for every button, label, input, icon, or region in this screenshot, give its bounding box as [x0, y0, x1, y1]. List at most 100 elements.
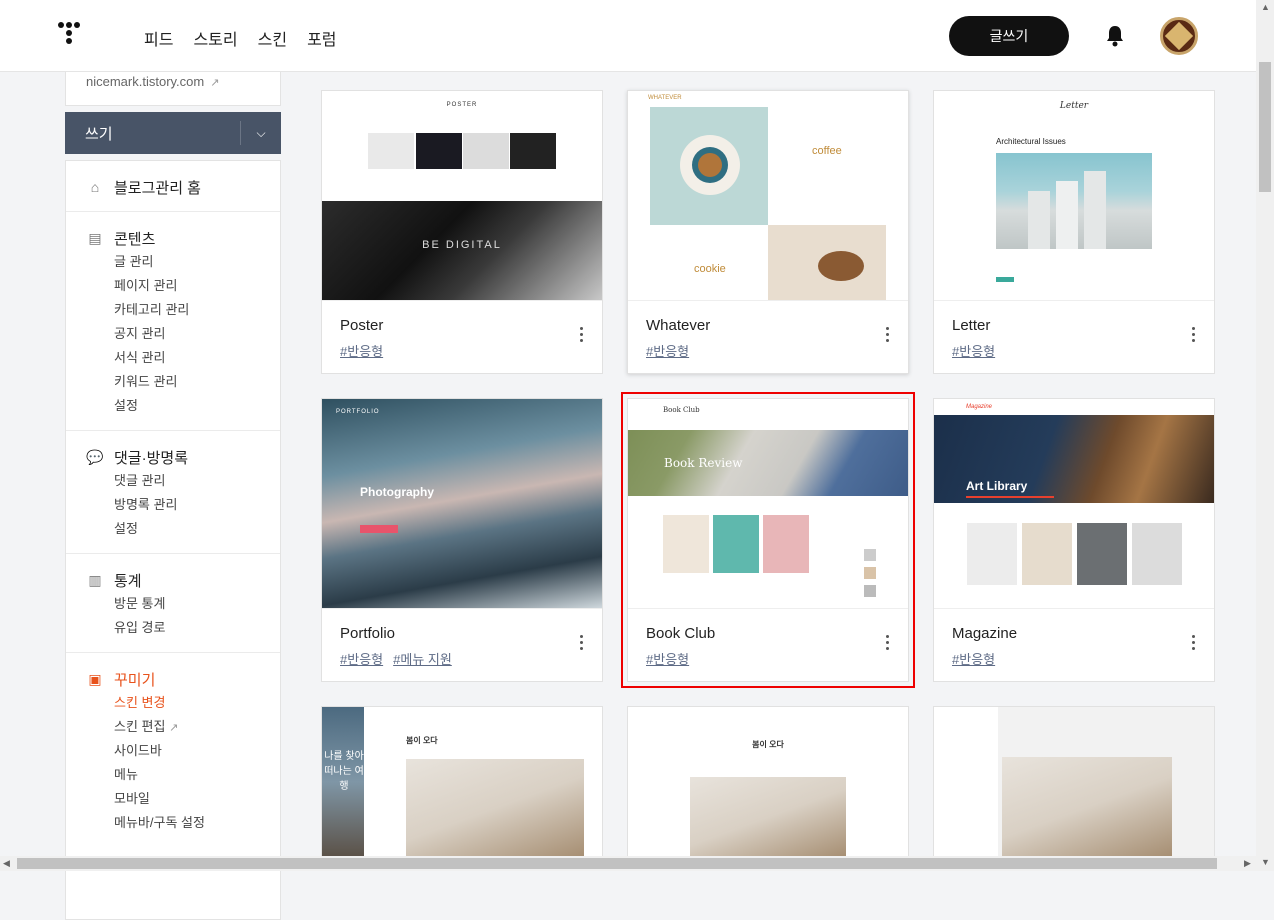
- skin-tags: #반응형: [952, 341, 1005, 360]
- comment-icon: 💬: [86, 449, 104, 465]
- sidebar-item-notices[interactable]: 공지 관리: [114, 322, 280, 346]
- nav-feed[interactable]: 피드: [144, 26, 173, 50]
- skin-tags: #반응형: [646, 341, 699, 360]
- skin-card-book-club[interactable]: Book Club Book Review Book Club #반응형: [621, 392, 915, 688]
- sidebar-item-comments[interactable]: 💬 댓글·방명록: [86, 445, 280, 469]
- sidebar-item-stats[interactable]: ▥ 통계: [86, 568, 280, 592]
- scroll-down-icon[interactable]: ▼: [1261, 857, 1270, 867]
- write-button[interactable]: 쓰기: [65, 123, 240, 144]
- sidebar-item-posts[interactable]: 글 관리: [114, 250, 280, 274]
- skin-thumbnail: PORTFOLIO Photography: [322, 399, 602, 609]
- skin-card-portfolio[interactable]: PORTFOLIO Photography Portfolio #반응형 #메뉴 …: [321, 398, 603, 682]
- scrollbar-thumb[interactable]: [1259, 62, 1271, 192]
- nav-story[interactable]: 스토리: [193, 26, 237, 50]
- sidebar-item-templates[interactable]: 서식 관리: [114, 346, 280, 370]
- layout-icon: ▣: [88, 671, 102, 687]
- scroll-up-icon[interactable]: ▲: [1261, 2, 1270, 12]
- section-title: 댓글·방명록: [114, 449, 188, 467]
- avatar[interactable]: [1160, 17, 1198, 55]
- more-icon[interactable]: [1192, 327, 1196, 345]
- document-icon: ▤: [88, 230, 102, 246]
- skin-tags: #반응형 #메뉴 지원: [340, 649, 462, 668]
- skin-name: Portfolio: [340, 625, 396, 642]
- skin-thumbnail: [934, 707, 1214, 856]
- bell-icon[interactable]: [1104, 24, 1126, 48]
- skin-thumbnail: 나를 찾아 떠나는 여행 봄이 오다: [322, 707, 602, 856]
- skin-name: Letter: [952, 317, 991, 334]
- sidebar-item-categories[interactable]: 카테고리 관리: [114, 298, 280, 322]
- sidebar-item-comment-manage[interactable]: 댓글 관리: [114, 469, 280, 493]
- admin-menu: ⌂ 블로그관리 홈 ▤ 콘텐츠 글 관리 페이지 관리 카테고리 관리 공지 관…: [65, 160, 281, 920]
- more-icon[interactable]: [580, 327, 584, 345]
- section-title: 콘텐츠: [114, 230, 156, 248]
- more-icon[interactable]: [886, 635, 890, 653]
- skin-card-whatever[interactable]: WHATEVER coffee cookie Whatever #반응형: [627, 90, 909, 374]
- tag-link[interactable]: #반응형: [952, 344, 995, 359]
- sidebar-item-skin-change[interactable]: 스킨 변경: [114, 691, 280, 715]
- chevron-down-icon[interactable]: ⌵: [241, 126, 281, 141]
- tag-link[interactable]: #반응형: [646, 652, 689, 667]
- sidebar-item-sidebar[interactable]: 사이드바: [114, 739, 280, 763]
- skin-name: Poster: [340, 317, 384, 334]
- skin-card-row3-1[interactable]: 나를 찾아 떠나는 여행 봄이 오다: [321, 706, 603, 856]
- blog-url-text[interactable]: nicemark.tistory.com: [86, 74, 204, 89]
- skin-card-row3-3[interactable]: [933, 706, 1215, 856]
- skin-thumbnail: 봄이 오다: [628, 707, 908, 856]
- scroll-left-icon[interactable]: ◀: [3, 858, 10, 869]
- sidebar-item-pages[interactable]: 페이지 관리: [114, 274, 280, 298]
- more-icon[interactable]: [1192, 635, 1196, 653]
- tag-link[interactable]: #반응형: [340, 344, 383, 359]
- skin-thumbnail: Magazine Art Library: [934, 399, 1214, 609]
- blog-url[interactable]: nicemark.tistory.com ↗: [65, 72, 281, 106]
- skin-card-row3-2[interactable]: 봄이 오다: [627, 706, 909, 856]
- chart-icon: ▥: [88, 572, 102, 588]
- menu-section-comments: 💬 댓글·방명록 댓글 관리 방명록 관리 설정: [66, 431, 280, 554]
- skin-tags: #반응형: [340, 341, 393, 360]
- sidebar-item-keywords[interactable]: 키워드 관리: [114, 370, 280, 394]
- skin-name: Book Club: [646, 625, 716, 642]
- skin-card-letter[interactable]: Letter Architectural Issues Letter #반응형: [933, 90, 1215, 374]
- external-link-icon: ↗: [169, 722, 179, 734]
- sidebar-item-content[interactable]: ▤ 콘텐츠: [86, 226, 280, 250]
- more-icon[interactable]: [886, 327, 890, 345]
- skin-thumbnail: POSTER BE DIGITAL: [322, 91, 602, 301]
- more-icon[interactable]: [580, 635, 584, 653]
- external-link-icon: ↗: [210, 77, 220, 89]
- vertical-scrollbar[interactable]: ▲ ▼: [1256, 0, 1274, 871]
- nav-skin[interactable]: 스킨: [258, 26, 287, 50]
- sidebar-item-decorate[interactable]: ▣ 꾸미기: [86, 667, 280, 691]
- tag-link[interactable]: #반응형: [646, 344, 689, 359]
- section-title: 통계: [114, 572, 142, 590]
- write-bar[interactable]: 쓰기 ⌵: [65, 112, 281, 154]
- write-post-button[interactable]: 글쓰기: [949, 16, 1069, 56]
- sidebar-item-skin-edit[interactable]: 스킨 편집 ↗: [114, 715, 280, 739]
- sidebar-item-referrers[interactable]: 유입 경로: [114, 616, 280, 640]
- sidebar-item-menubar-settings[interactable]: 메뉴바/구독 설정: [114, 811, 280, 835]
- skin-name: Whatever: [646, 317, 711, 334]
- sidebar-item-content-settings[interactable]: 설정: [114, 394, 280, 418]
- sidebar-item-blog-home[interactable]: ⌂ 블로그관리 홈: [86, 175, 280, 199]
- skin-card-poster[interactable]: POSTER BE DIGITAL Poster #반응형: [321, 90, 603, 374]
- horizontal-scrollbar[interactable]: ◀ ▶: [0, 856, 1256, 871]
- scrollbar-thumb[interactable]: [17, 858, 1217, 869]
- menu-section-decorate: ▣ 꾸미기 스킨 변경 스킨 편집 ↗ 사이드바 메뉴 모바일 메뉴바/구독 설…: [66, 653, 280, 847]
- section-title: 꾸미기: [114, 671, 156, 689]
- sidebar-item-mobile[interactable]: 모바일: [114, 787, 280, 811]
- tag-link[interactable]: #반응형: [340, 652, 383, 667]
- sidebar-item-visit-stats[interactable]: 방문 통계: [114, 592, 280, 616]
- tistory-logo-icon[interactable]: [58, 22, 88, 50]
- menu-section-home: ⌂ 블로그관리 홈: [66, 161, 280, 212]
- sidebar-item-comment-settings[interactable]: 설정: [114, 517, 280, 541]
- sidebar: nicemark.tistory.com ↗ 쓰기 ⌵ ⌂ 블로그관리 홈 ▤ 콘…: [65, 72, 281, 920]
- skin-grid: POSTER BE DIGITAL Poster #반응형 WHATEVER c…: [300, 72, 1240, 856]
- tag-link[interactable]: #메뉴 지원: [393, 652, 452, 667]
- tag-link[interactable]: #반응형: [952, 652, 995, 667]
- top-bar: 피드 스토리 스킨 포럼 글쓰기: [0, 0, 1256, 72]
- sidebar-item-guestbook[interactable]: 방명록 관리: [114, 493, 280, 517]
- main-nav: 피드 스토리 스킨 포럼: [144, 26, 337, 50]
- sidebar-item-menu[interactable]: 메뉴: [114, 763, 280, 787]
- scroll-right-icon[interactable]: ▶: [1244, 858, 1251, 869]
- menu-section-stats: ▥ 통계 방문 통계 유입 경로: [66, 554, 280, 653]
- skin-card-magazine[interactable]: Magazine Art Library Magazine #반응형: [933, 398, 1215, 682]
- nav-forum[interactable]: 포럼: [307, 26, 336, 50]
